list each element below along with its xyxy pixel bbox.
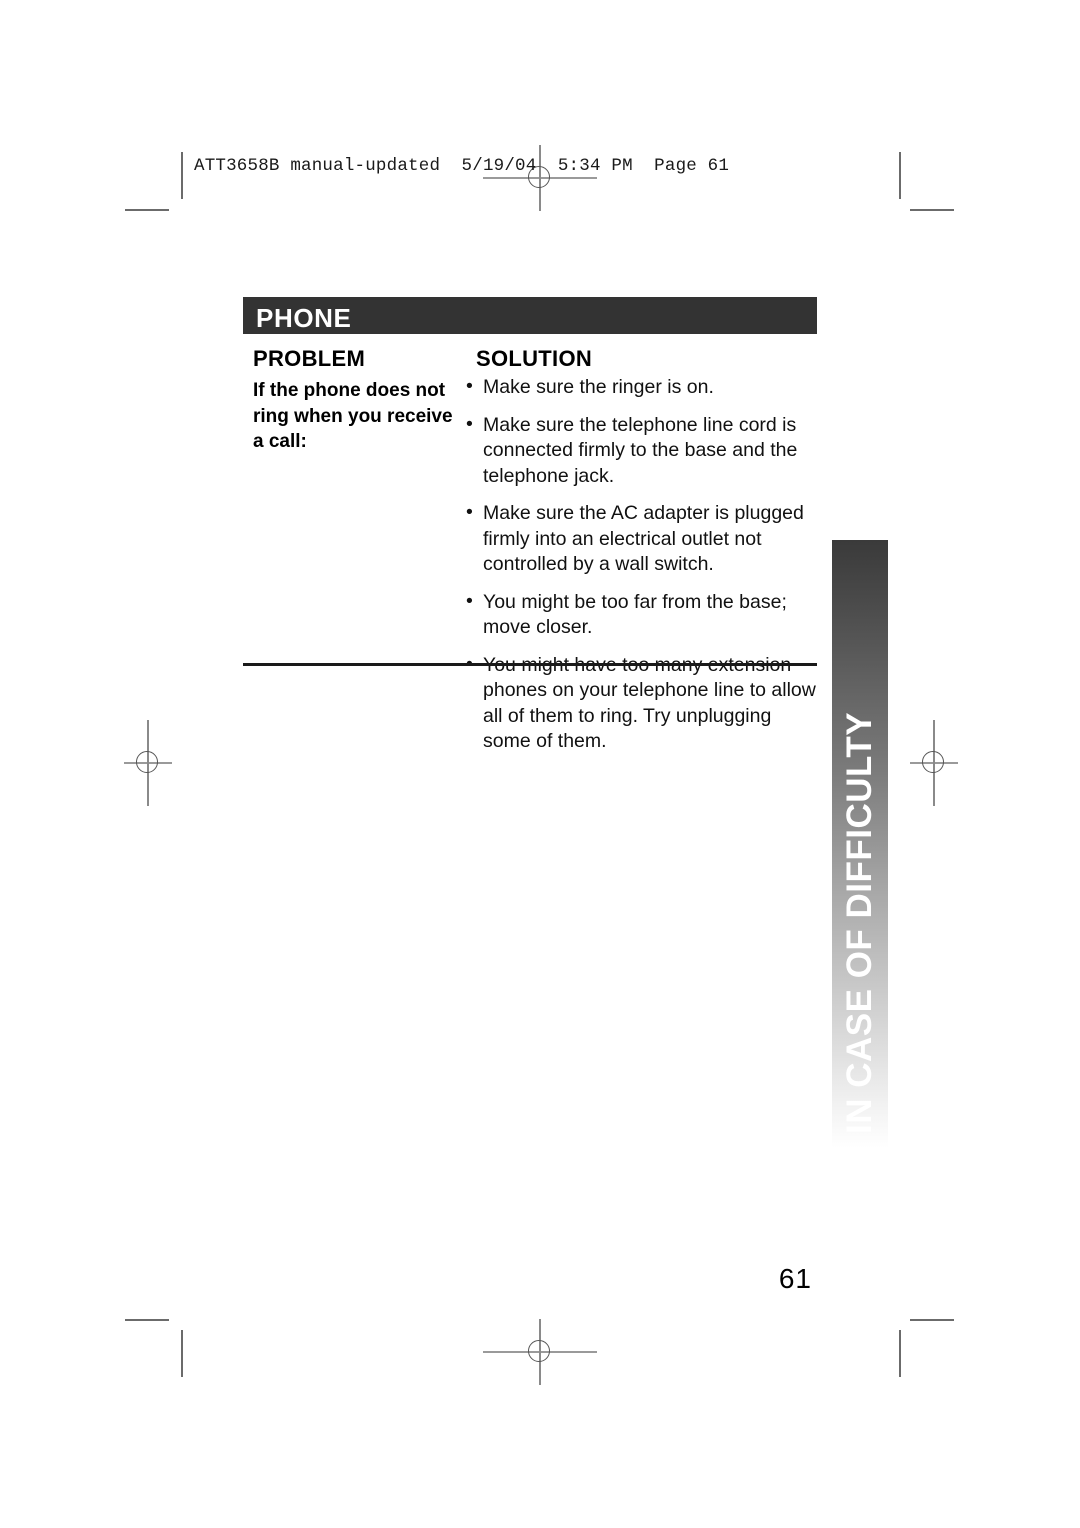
registration-ring — [136, 751, 158, 773]
section-banner-title: PHONE — [256, 303, 352, 333]
crop-mark-bottom-left-horizontal — [125, 1319, 169, 1321]
section-thumb-tab-label: IN CASE OF DIFFICULTY — [840, 711, 879, 1134]
registration-target-right-middle — [889, 718, 979, 808]
list-item: • You might be too far from the base; mo… — [466, 590, 822, 641]
crop-mark-bottom-right-vertical — [899, 1330, 901, 1377]
page-number: 61 — [778, 1263, 812, 1294]
column-header-problem: PROBLEM — [253, 346, 366, 371]
registration-target-top-center — [483, 133, 597, 223]
bullet-icon: • — [466, 412, 473, 435]
list-item-text: Make sure the telephone line cord is con… — [483, 413, 798, 487]
crop-mark-bottom-left-vertical — [181, 1330, 183, 1377]
list-item-text: You might have too many extension phones… — [483, 653, 816, 753]
crop-mark-top-left-horizontal — [125, 209, 169, 211]
solution-cell-list: • Make sure the ringer is on. • Make sur… — [466, 375, 822, 767]
crop-mark-top-right-vertical — [899, 152, 901, 199]
list-item-text: Make sure the ringer is on. — [483, 376, 714, 398]
list-item-text: Make sure the AC adapter is plugged firm… — [483, 502, 804, 575]
bullet-icon: • — [466, 375, 473, 397]
registration-ring — [528, 1340, 550, 1362]
registration-target-left-middle — [103, 718, 193, 808]
list-item: • You might have too many extension phon… — [466, 653, 822, 755]
column-header-solution: SOLUTION — [476, 346, 593, 371]
print-slug-line: ATT3658B manual-updated 5/19/04 5:34 PM … — [194, 156, 730, 176]
list-item-text: You might be too far from the base; move… — [483, 590, 787, 639]
crop-mark-top-right-horizontal — [910, 209, 954, 211]
crop-mark-bottom-right-horizontal — [910, 1319, 954, 1321]
registration-ring — [922, 751, 944, 773]
problem-cell-text: If the phone does not ring when you rece… — [253, 380, 453, 452]
table-bottom-rule — [243, 663, 817, 666]
crop-mark-top-left-vertical — [181, 152, 183, 199]
list-item: • Make sure the AC adapter is plugged fi… — [466, 501, 822, 578]
bullet-icon: • — [466, 589, 473, 612]
section-thumb-tab: IN CASE OF DIFFICULTY — [832, 540, 888, 1148]
list-item: • Make sure the telephone line cord is c… — [466, 413, 822, 490]
list-item: • Make sure the ringer is on. — [466, 375, 822, 401]
section-banner: PHONE — [243, 297, 817, 334]
registration-target-bottom-center — [483, 1307, 597, 1397]
bullet-icon: • — [466, 501, 473, 523]
